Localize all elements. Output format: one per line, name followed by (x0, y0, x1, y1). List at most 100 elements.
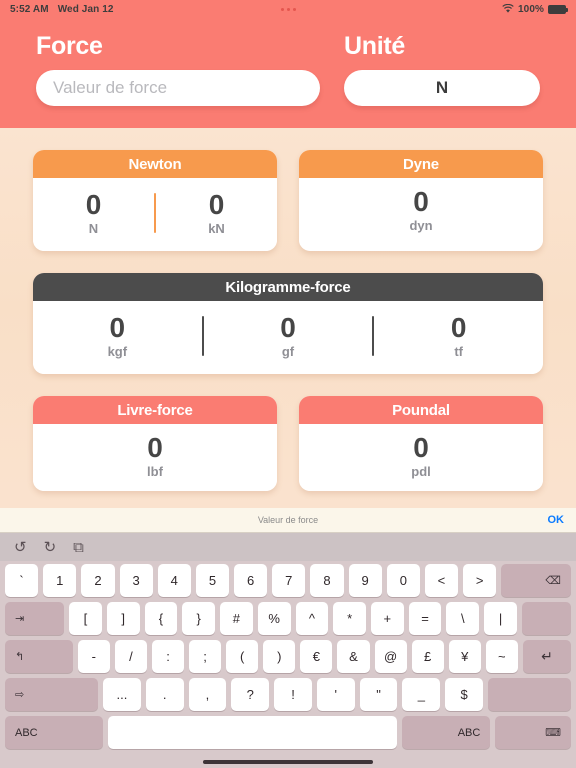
result-card-kilogramme-force[interactable]: Kilogramme-force 0 kgf 0 gf 0 tf (33, 273, 543, 374)
force-input[interactable] (36, 70, 320, 106)
keyboard-row: ⇥[]{} #% ^ * + = \ | (2, 602, 574, 635)
result-card-livre-force[interactable]: Livre-force 0 lbf (33, 396, 277, 492)
home-indicator-bar (203, 760, 373, 764)
result-card-newton[interactable]: Newton 0 N 0 kN (33, 150, 277, 251)
key-+[interactable]: + (370, 602, 404, 635)
key-...[interactable]: ... (103, 678, 141, 711)
key-'[interactable]: ' (316, 678, 355, 711)
key-&[interactable]: & (337, 640, 370, 673)
result-cell: 0 pdl (299, 432, 543, 480)
results-row-2: Kilogramme-force 0 kgf 0 gf 0 tf (33, 273, 543, 374)
key-1[interactable]: 1 (43, 564, 77, 597)
key-<[interactable]: < (424, 564, 459, 597)
key-"[interactable]: " (359, 678, 398, 711)
result-unit: gf (281, 344, 295, 360)
results-row-1: Newton 0 N 0 kN Dyne 0 dyn (33, 150, 543, 251)
capslock-key[interactable]: ↰ (5, 640, 73, 673)
key-€[interactable]: € (300, 640, 333, 673)
paste-icon[interactable]: ⧉ (73, 540, 84, 555)
key-;[interactable]: ; (189, 640, 222, 673)
key--[interactable]: - (77, 640, 110, 673)
key-^[interactable]: ^ (295, 602, 329, 635)
keyboard-row: ` 1 2 3 4 5 6 7 8 9 0 < > ⌫ (2, 564, 574, 597)
shift-left-key[interactable]: ⇨ (5, 678, 99, 711)
battery-percent: 100% (518, 3, 544, 15)
result-card-poundal[interactable]: Poundal 0 pdl (299, 396, 543, 492)
result-value: 0 (413, 432, 429, 463)
key-_[interactable]: _ (402, 678, 441, 711)
key-,[interactable]: , (188, 678, 227, 711)
redo-icon[interactable]: ↻ (44, 540, 57, 555)
key-)[interactable]: ) (263, 640, 296, 673)
key-%[interactable]: % (257, 602, 291, 635)
keyboard-toolbar: ↺ ↻ ⧉ (0, 533, 576, 561)
key-=[interactable]: = (408, 602, 442, 635)
keyboard-panel: Valeur de force OK ↺ ↻ ⧉ ` 1 2 3 4 5 6 7 8 9 0 < > ⌫ ⇥[]… (0, 508, 576, 768)
key-~[interactable]: ~ (485, 640, 518, 673)
result-value: 0 (413, 186, 429, 217)
key-#[interactable]: # (220, 602, 253, 635)
key-![interactable]: ! (274, 678, 312, 711)
result-cell: 0 kgf (33, 310, 202, 362)
key-?[interactable]: ? (231, 678, 270, 711)
card-body: 0 kgf 0 gf 0 tf (33, 301, 543, 374)
card-body: 0 lbf (33, 424, 277, 492)
backspace-key[interactable]: ⌫ (501, 564, 571, 597)
key-@[interactable]: @ (374, 640, 407, 673)
key-][interactable]: ] (106, 602, 140, 635)
key-}[interactable]: } (182, 602, 216, 635)
undo-icon[interactable]: ↺ (14, 540, 27, 555)
space-key[interactable] (107, 716, 397, 749)
key-6[interactable]: 6 (234, 564, 268, 597)
app-root: 5:52 AM Wed Jan 12 100% Force Valeur de … (0, 0, 576, 768)
key-`[interactable]: ` (5, 564, 39, 597)
dot-2 (286, 7, 290, 11)
result-unit: N (88, 221, 99, 237)
key->[interactable]: > (463, 564, 497, 597)
card-title: Kilogramme-force (33, 273, 543, 301)
result-cell: 0 gf (204, 310, 373, 362)
dismiss-keyboard-key[interactable]: ⌨ (495, 716, 571, 749)
key-¥[interactable]: ¥ (448, 640, 481, 673)
result-cell: 0 tf (374, 310, 543, 362)
key-$[interactable]: $ (445, 678, 483, 711)
keyboard-accessory-bar: Valeur de force OK (0, 508, 576, 533)
blank-key (521, 602, 571, 635)
key-*[interactable]: * (333, 602, 366, 635)
key-3[interactable]: 3 (119, 564, 153, 597)
result-value: 0 (280, 311, 296, 343)
unit-selector-button[interactable]: N (344, 70, 540, 106)
wifi-icon (502, 3, 514, 14)
key-[[interactable]: [ (69, 602, 102, 635)
card-body: 0 N 0 kN (33, 178, 277, 251)
key-.[interactable]: . (145, 678, 184, 711)
keyboard-ok-button[interactable]: OK (548, 514, 565, 526)
key-9[interactable]: 9 (348, 564, 382, 597)
key-2[interactable]: 2 (81, 564, 115, 597)
abc-left-key[interactable]: ABC (5, 716, 103, 749)
results-area: Newton 0 N 0 kN Dyne 0 dyn Kilogramme-force 0 kg… (0, 128, 576, 492)
key-5[interactable]: 5 (195, 564, 230, 597)
shift-right-key[interactable] (487, 678, 572, 711)
results-row-3: Livre-force 0 lbf Poundal 0 pdl (33, 396, 543, 492)
key-7[interactable]: 7 (272, 564, 306, 597)
key-0[interactable]: 0 (386, 564, 420, 597)
result-cell: 0 dyn (299, 186, 543, 234)
key-|[interactable]: | (484, 602, 517, 635)
key-:[interactable]: : (151, 640, 185, 673)
key-([interactable]: ( (226, 640, 259, 673)
key-4[interactable]: 4 (157, 564, 191, 597)
return-key[interactable]: ↵ (522, 640, 572, 673)
result-card-dyne[interactable]: Dyne 0 dyn (299, 150, 543, 251)
key-£[interactable]: £ (411, 640, 444, 673)
key-/[interactable]: / (114, 640, 147, 673)
key-\[interactable]: \ (446, 602, 480, 635)
key-8[interactable]: 8 (310, 564, 344, 597)
keyboard-row: ABC ABC ⌨ (2, 716, 574, 749)
card-title: Dyne (299, 150, 543, 178)
abc-right-key[interactable]: ABC (401, 716, 491, 749)
key-{[interactable]: { (144, 602, 178, 635)
status-time: 5:52 AM (10, 3, 49, 15)
tab-key[interactable]: ⇥ (5, 602, 65, 635)
force-label: Force (36, 32, 103, 60)
